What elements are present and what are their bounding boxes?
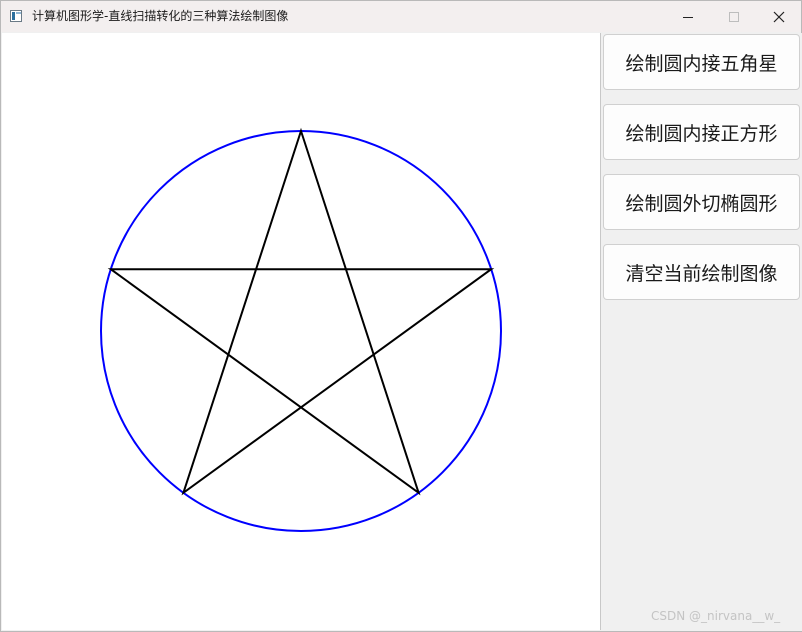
close-button[interactable] [756,1,802,32]
window-title: 计算机图形学-直线扫描转化的三种算法绘制图像 [32,9,289,23]
drawing-svg [100,127,502,532]
watermark: CSDN @_nirvana__w_ [651,609,781,623]
drawn-circle [100,130,502,532]
minimize-button[interactable] [665,1,711,32]
title-bar[interactable]: 计算机图形学-直线扫描转化的三种算法绘制图像 [1,1,801,32]
drawn-pentagram [107,127,495,496]
maximize-icon [729,11,739,22]
clear-drawing-button[interactable]: 清空当前绘制图像 [603,244,800,300]
side-panel: 绘制圆内接五角星 绘制圆内接正方形 绘制圆外切椭圆形 清空当前绘制图像 [602,33,802,631]
app-window: 计算机图形学-直线扫描转化的三种算法绘制图像 绘制圆内接五角星 绘制圆内接正方形 [0,0,802,632]
draw-inscribed-star-button[interactable]: 绘制圆内接五角星 [603,34,800,90]
drawing-canvas[interactable] [2,33,601,630]
maximize-button[interactable] [711,1,757,32]
draw-circumscribed-ellipse-button[interactable]: 绘制圆外切椭圆形 [603,174,800,230]
minimize-icon [683,16,693,18]
close-icon [773,11,785,22]
draw-inscribed-square-button[interactable]: 绘制圆内接正方形 [603,104,800,160]
app-window-icon [10,10,22,22]
